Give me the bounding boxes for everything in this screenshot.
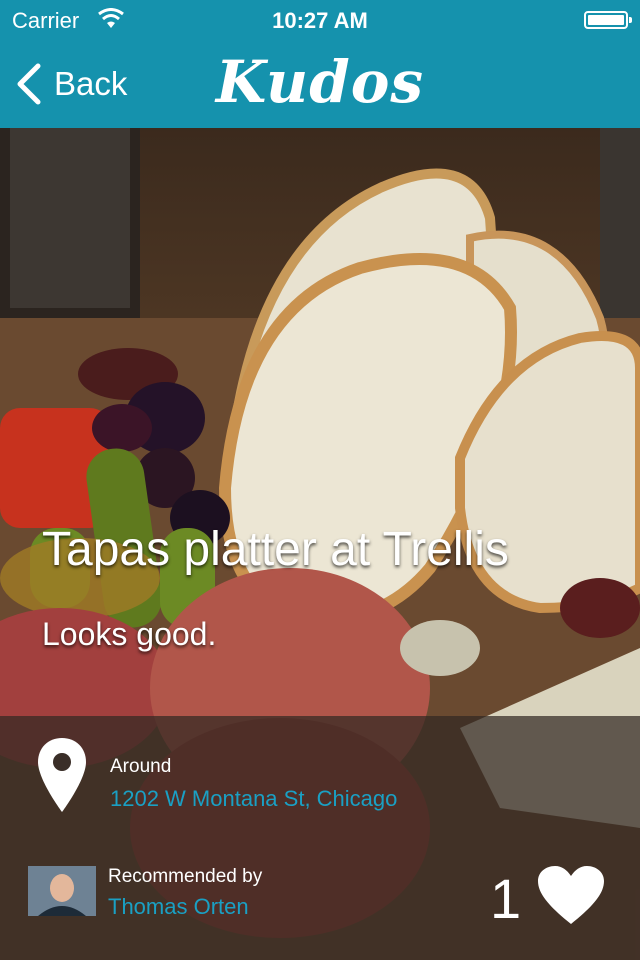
nav-bar: Back Kudos bbox=[0, 40, 640, 129]
status-bar: Carrier 10:27 AM bbox=[0, 0, 640, 40]
battery-icon bbox=[584, 11, 632, 29]
heart-icon[interactable] bbox=[536, 864, 606, 926]
post-caption: Looks good. bbox=[42, 616, 217, 652]
location-label: Around bbox=[110, 756, 172, 777]
avatar[interactable] bbox=[28, 866, 96, 916]
recommender-link[interactable]: Thomas Orten bbox=[108, 894, 249, 920]
post-title: Tapas platter at Trellis bbox=[42, 523, 509, 576]
like-count: 1 bbox=[490, 867, 522, 930]
address-link[interactable]: 1202 W Montana St, Chicago bbox=[110, 786, 397, 812]
clock: 10:27 AM bbox=[272, 8, 368, 33]
app-logo: Kudos bbox=[215, 48, 425, 116]
location-pin-icon bbox=[38, 738, 86, 812]
recommended-label: Recommended by bbox=[108, 866, 263, 887]
